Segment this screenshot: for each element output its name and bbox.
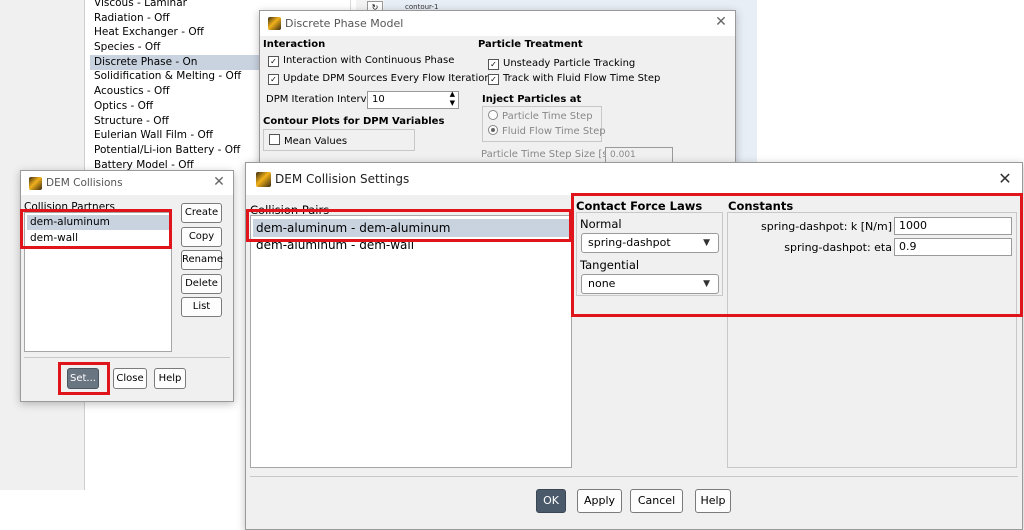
list-item-pair-aluminum-wall[interactable]: dem-aluminum - dem-wall (253, 237, 569, 255)
spinner-icon[interactable]: ▲ ▼ (450, 90, 455, 108)
contour-heading: Contour Plots for DPM Variables (263, 116, 445, 127)
eta-input[interactable]: 0.9 (894, 238, 1012, 256)
tree-item-eulerian-wall-film[interactable]: Eulerian Wall Film - Off (94, 128, 213, 143)
help-button[interactable]: Help (695, 489, 731, 513)
close-icon[interactable]: ✕ (996, 169, 1014, 188)
radio-off-icon (488, 110, 498, 120)
checkbox-checked-icon: ✓ (268, 56, 279, 67)
interaction-heading: Interaction (263, 39, 326, 50)
collision-partners-list[interactable]: dem-aluminum dem-wall (24, 212, 172, 352)
rename-button[interactable]: Rename (181, 250, 223, 270)
dem-collision-settings-dialog: DEM Collision Settings ✕ Collision Pairs… (245, 162, 1023, 530)
copy-button[interactable]: Copy (181, 227, 222, 247)
tree-item-heat-exchanger[interactable]: Heat Exchanger - Off (94, 25, 204, 40)
fluid-flow-time-step-label: Fluid Flow Time Step (502, 126, 606, 137)
chevron-down-icon: ▼ (703, 279, 710, 289)
inject-heading: Inject Particles at (482, 94, 582, 105)
discrete-phase-model-dialog: Discrete Phase Model ✕ Interaction ✓ Inte… (259, 10, 736, 170)
tree-item-radiation[interactable]: Radiation - Off (94, 11, 170, 26)
k-input[interactable]: 1000 (894, 217, 1012, 235)
list-item-dem-aluminum[interactable]: dem-aluminum (27, 215, 169, 230)
tangential-label: Tangential (580, 258, 640, 272)
dem-title: DEM Collisions (46, 177, 123, 189)
radio-on-icon (488, 125, 498, 135)
track-with-flow-checkbox[interactable]: ✓ Track with Fluid Flow Time Step (488, 73, 660, 85)
inject-group: Particle Time Step Fluid Flow Time Step (482, 106, 606, 142)
tree-item-structure[interactable]: Structure - Off (94, 114, 169, 129)
checkbox-checked-icon: ✓ (488, 59, 499, 70)
apply-button[interactable]: Apply (577, 489, 622, 513)
checkbox-checked-icon: ✓ (268, 74, 279, 85)
dem-titlebar: DEM Collisions ✕ (21, 171, 233, 195)
contour-group: Mean Values (263, 129, 415, 151)
eta-label: spring-dashpot: eta (784, 241, 892, 254)
tree-item-acoustics[interactable]: Acoustics - Off (94, 84, 170, 99)
tree-item-optics[interactable]: Optics - Off (94, 99, 153, 114)
collision-pairs-list[interactable]: dem-aluminum - dem-aluminum dem-aluminum… (250, 215, 572, 468)
list-button[interactable]: List (181, 297, 222, 317)
interaction-continuous-label: Interaction with Continuous Phase (283, 55, 455, 66)
fluid-flow-time-step-radio[interactable]: Fluid Flow Time Step (488, 125, 606, 137)
particle-treatment-heading: Particle Treatment (478, 39, 583, 50)
close-icon[interactable]: ✕ (713, 14, 729, 30)
tree-item-solidification[interactable]: Solidification & Melting - Off (94, 69, 241, 84)
fluent-app-icon (29, 177, 42, 190)
tangential-dropdown-value: none (588, 277, 616, 290)
checkbox-checked-icon: ✓ (488, 74, 499, 85)
particle-time-step-size-value: 0.001 (610, 150, 636, 160)
interaction-continuous-checkbox[interactable]: ✓ Interaction with Continuous Phase (268, 55, 454, 67)
dpm-titlebar: Discrete Phase Model ✕ (260, 11, 735, 36)
ok-button[interactable]: OK (536, 489, 566, 513)
eta-value: 0.9 (899, 240, 917, 253)
normal-dropdown-value: spring-dashpot (588, 236, 671, 249)
settings-title: DEM Collision Settings (275, 172, 410, 186)
tree-item-battery[interactable]: Potential/Li-ion Battery - Off (94, 143, 240, 158)
delete-button[interactable]: Delete (181, 274, 222, 294)
particle-time-step-size-label: Particle Time Step Size [s] (481, 149, 612, 160)
unsteady-tracking-checkbox[interactable]: ✓ Unsteady Particle Tracking (488, 58, 635, 70)
particle-time-step-label: Particle Time Step (502, 111, 593, 122)
track-with-flow-label: Track with Fluid Flow Time Step (503, 73, 661, 84)
mean-values-checkbox[interactable]: Mean Values (269, 134, 347, 147)
cancel-button[interactable]: Cancel (630, 489, 683, 513)
k-label: spring-dashpot: k [N/m] (761, 220, 892, 233)
iteration-interval-value: 10 (372, 94, 385, 105)
update-sources-label: Update DPM Sources Every Flow Iteration (283, 73, 491, 84)
iteration-interval-input[interactable]: 10 ▲ ▼ (367, 90, 459, 109)
dpm-title: Discrete Phase Model (285, 17, 404, 30)
create-button[interactable]: Create (181, 203, 222, 223)
k-value: 1000 (899, 219, 927, 232)
fluent-app-icon (268, 17, 281, 30)
normal-dropdown[interactable]: spring-dashpot ▼ (581, 233, 719, 253)
list-item-dem-wall[interactable]: dem-wall (27, 231, 169, 246)
unsteady-tracking-label: Unsteady Particle Tracking (503, 58, 636, 69)
constants-heading: Constants (728, 199, 794, 213)
help-button[interactable]: Help (154, 368, 186, 389)
dem-collisions-dialog: DEM Collisions ✕ Collision Partners dem-… (20, 170, 234, 402)
tree-item-viscous[interactable]: Viscous - Laminar (94, 0, 187, 11)
set-button[interactable]: Set... (67, 368, 99, 389)
update-sources-checkbox[interactable]: ✓ Update DPM Sources Every Flow Iteration (268, 73, 491, 85)
checkbox-unchecked-icon (269, 134, 280, 145)
fluent-app-icon (256, 172, 271, 187)
mean-values-label: Mean Values (284, 136, 348, 147)
tangential-dropdown[interactable]: none ▼ (581, 274, 719, 294)
close-icon[interactable]: ✕ (211, 174, 227, 190)
contact-force-laws-heading: Contact Force Laws (576, 199, 703, 213)
divider (24, 357, 230, 358)
iteration-interval-label: DPM Iteration Interval (266, 94, 376, 105)
particle-time-step-radio[interactable]: Particle Time Step (488, 110, 593, 122)
close-button[interactable]: Close (113, 368, 147, 389)
tree-item-species[interactable]: Species - Off (94, 40, 160, 55)
particle-time-step-size-input[interactable]: 0.001 (605, 147, 673, 163)
list-item-pair-aluminum-aluminum[interactable]: dem-aluminum - dem-aluminum (253, 219, 569, 237)
chevron-down-icon: ▼ (703, 238, 710, 248)
normal-label: Normal (580, 217, 622, 231)
settings-titlebar: DEM Collision Settings ✕ (246, 163, 1022, 195)
divider (250, 476, 1018, 477)
